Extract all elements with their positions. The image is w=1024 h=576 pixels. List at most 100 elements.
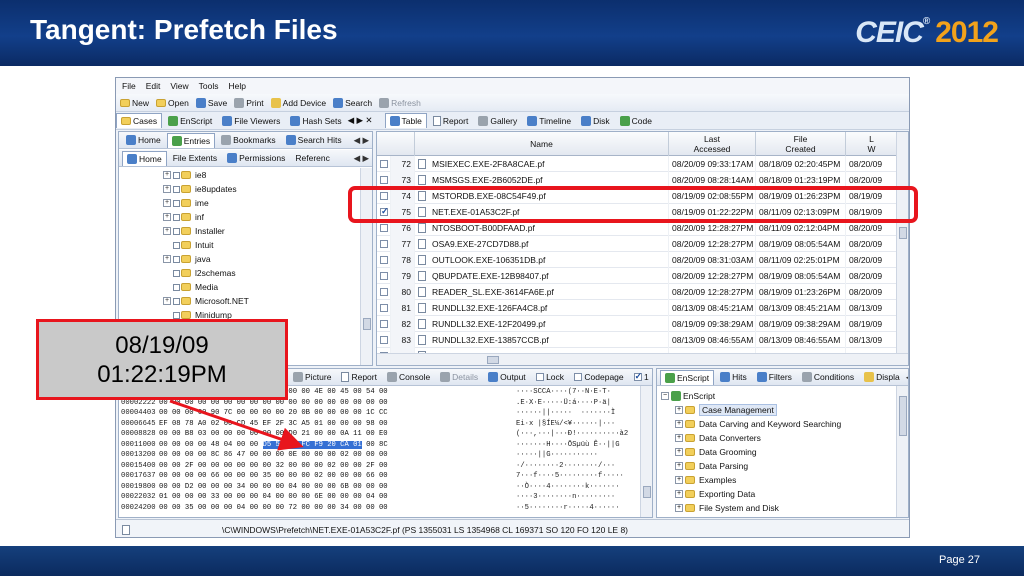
tab-search-hits[interactable]: Search Hits — [282, 133, 346, 148]
file-name-cell[interactable]: MSMSGS.EXE-2B6052DE.pf — [415, 172, 669, 188]
codepage-checkbox[interactable] — [574, 373, 583, 381]
tab-hits[interactable]: Hits — [716, 370, 751, 385]
open-button[interactable]: Open — [156, 98, 189, 108]
table-row[interactable]: 80 READER_SL.EXE-3614FA6E.pf 08/20/09 12:2… — [377, 284, 908, 300]
hex-byte-line[interactable]: 00 00 B8 03 00 00 00 00 00 00 D0 21 00 0… — [159, 429, 509, 440]
lock-toggle[interactable]: Lock — [532, 370, 568, 385]
enscript-folder[interactable]: + Examples — [675, 473, 891, 487]
tab-hash-sets[interactable]: Hash Sets — [286, 113, 345, 128]
expand-toggle[interactable]: + — [675, 462, 683, 470]
file-name-cell[interactable]: MSTORDB.EXE-08C54F49.pf — [415, 188, 669, 204]
tree-item[interactable]: + ie8updates — [119, 182, 359, 196]
hex-ascii-line[interactable]: ····3········n········· — [516, 492, 641, 503]
table-row[interactable]: 82 RUNDLL32.EXE-12F20499.pf 08/19/09 09:38… — [377, 316, 908, 332]
row-checkbox-cell[interactable] — [377, 284, 391, 300]
hex-selected-bytes[interactable]: D5 53 B5 FC F9 20 CA 01 — [262, 440, 362, 449]
tab-permissions[interactable]: Permissions — [223, 151, 289, 166]
hex-ascii-line[interactable]: .E·X·E·····Ü:á····P·ä| — [516, 398, 641, 409]
left-tabs-scroll[interactable]: ◀ ▶ ✕ — [348, 115, 373, 126]
search-button[interactable]: Search — [333, 97, 372, 108]
save-button[interactable]: Save — [195, 97, 227, 108]
tab-gallery[interactable]: Gallery — [474, 113, 521, 128]
expand-toggle[interactable]: + — [675, 420, 683, 428]
count-checkbox[interactable] — [633, 371, 642, 382]
column-header-last-accessed[interactable]: Last Accessed — [669, 132, 756, 156]
hex-ascii-line[interactable]: ·····||G··········· — [516, 450, 641, 461]
file-name-cell[interactable]: RUNDLL32.EXE-126FA4C8.pf — [415, 300, 669, 316]
hex-byte-line[interactable]: 01 00 00 00 33 00 00 00 04 00 00 00 6E 0… — [159, 492, 509, 503]
enscript-tabs-scroll[interactable]: ◀ ▶ — [906, 372, 908, 383]
hex-scrollbar[interactable] — [640, 386, 652, 517]
expand-toggle[interactable]: + — [675, 476, 683, 484]
hex-byte-line[interactable]: 00 00 00 00 90 7C 00 00 00 00 20 0B 00 0… — [159, 408, 509, 419]
enscript-folder[interactable]: + Data Grooming — [675, 445, 891, 459]
expand-toggle[interactable]: + — [675, 406, 683, 414]
tab-references[interactable]: Referenc — [291, 151, 334, 166]
file-name-cell[interactable]: RUNDLL32.EXE-12F20499.pf — [415, 316, 669, 332]
row-checkbox[interactable] — [380, 304, 388, 312]
tab-disk[interactable]: Disk — [577, 113, 614, 128]
tab-table[interactable]: Table — [384, 113, 427, 128]
entry-tabs-scroll[interactable]: ◀ ▶ — [354, 153, 372, 164]
hex-ascii-line[interactable]: ·······H····ÕSµüù Ê··||G — [516, 440, 641, 451]
hex-ascii-line[interactable]: ····SCCA····(7··N·E·T· — [516, 387, 641, 398]
column-header-file-created[interactable]: File Created — [756, 132, 846, 156]
row-checkbox[interactable] — [380, 206, 389, 217]
tab-bookmarks[interactable]: Bookmarks — [217, 133, 280, 148]
expand-toggle[interactable]: + — [675, 448, 683, 456]
enscript-folder[interactable]: + Data Carving and Keyword Searching — [675, 417, 891, 431]
file-name-cell[interactable]: RUNDLL32.EXE-13857CCB.pf — [415, 332, 669, 348]
hex-count[interactable]: 1 — [630, 370, 652, 385]
tree-item[interactable]: Media — [119, 280, 359, 294]
tree-item[interactable]: + Installer — [119, 224, 359, 238]
enscript-folder[interactable]: + File System and Disk — [675, 501, 891, 515]
hex-ascii-line[interactable]: ······||····· ·······Ì — [516, 408, 641, 419]
table-row[interactable]: 77 OSA9.EXE-27CD7D88.pf 08/20/09 12:28:27P… — [377, 236, 908, 252]
file-name-cell[interactable]: NTOSBOOT-B00DFAAD.pf — [415, 220, 669, 236]
menu-help[interactable]: Help — [228, 81, 245, 91]
tab-file-viewers[interactable]: File Viewers — [218, 113, 284, 128]
enscript-root[interactable]: − EnScript — [661, 389, 891, 403]
row-checkbox[interactable] — [380, 320, 388, 328]
tab-picture[interactable]: Picture — [289, 370, 335, 385]
row-checkbox[interactable] — [380, 288, 388, 296]
menu-tools[interactable]: Tools — [199, 81, 219, 91]
row-checkbox[interactable] — [380, 256, 388, 264]
enscript-folder[interactable]: + Data Parsing — [675, 459, 891, 473]
hex-byte-line[interactable]: 00 00 35 00 00 00 04 00 00 00 72 00 00 0… — [159, 503, 509, 514]
tab-report[interactable]: Report — [429, 113, 473, 128]
enscript-scrollbar[interactable] — [896, 386, 908, 517]
row-checkbox[interactable] — [380, 176, 388, 184]
tab-display[interactable]: Displa — [860, 370, 904, 385]
table-row[interactable]: 75 NET.EXE-01A53C2F.pf 08/19/09 01:22:22PM… — [377, 204, 908, 220]
file-name-cell[interactable]: READER_SL.EXE-3614FA6E.pf — [415, 284, 669, 300]
hex-ascii-line[interactable]: ··Ò····4········k······· — [516, 482, 641, 493]
add-device-button[interactable]: Add Device — [270, 97, 326, 108]
row-checkbox-cell[interactable] — [377, 172, 391, 188]
row-checkbox-cell[interactable] — [377, 316, 391, 332]
file-name-cell[interactable]: QBUPDATE.EXE-12B98407.pf — [415, 268, 669, 284]
hex-ascii-line[interactable]: 7···f····5·········f····· — [516, 471, 641, 482]
tab-enscript-panel[interactable]: EnScript — [660, 369, 715, 385]
row-checkbox[interactable] — [380, 272, 388, 280]
tab-details[interactable]: Details — [436, 370, 482, 385]
hex-byte-line[interactable]: 00 00 00 00 48 04 00 00 D5 53 B5 FC F9 2… — [159, 440, 509, 451]
header-selector[interactable] — [377, 132, 415, 156]
file-name-cell[interactable]: OUTLOOK.EXE-106351DB.pf — [415, 252, 669, 268]
row-checkbox[interactable] — [380, 240, 388, 248]
refresh-button[interactable]: Refresh — [379, 97, 421, 108]
print-button[interactable]: Print — [234, 97, 264, 108]
table-hscrollbar[interactable] — [377, 353, 908, 365]
tree-item[interactable]: l2schemas — [119, 266, 359, 280]
expand-toggle[interactable]: + — [675, 504, 683, 512]
hex-byte-line[interactable]: 00 00 2F 00 00 00 00 00 00 32 00 00 00 0… — [159, 461, 509, 472]
tab-home[interactable]: Home — [122, 133, 165, 148]
hex-byte-line[interactable]: 00 00 D2 00 00 00 34 00 00 00 04 00 00 0… — [159, 482, 509, 493]
tree-tabs-scroll[interactable]: ◀ ▶ — [354, 135, 372, 146]
enscript-folder[interactable]: + Data Converters — [675, 431, 891, 445]
hex-ascii[interactable]: ····SCCA····(7··N·E·T· .E·X·E·····Ü:á····… — [516, 387, 641, 513]
hex-byte-line[interactable]: EF 08 78 A0 02 00 CD 45 EF 2F 3C A5 01 0… — [159, 419, 509, 430]
row-checkbox-cell[interactable] — [377, 252, 391, 268]
row-checkbox[interactable] — [380, 160, 388, 168]
row-checkbox-cell[interactable] — [377, 204, 391, 220]
